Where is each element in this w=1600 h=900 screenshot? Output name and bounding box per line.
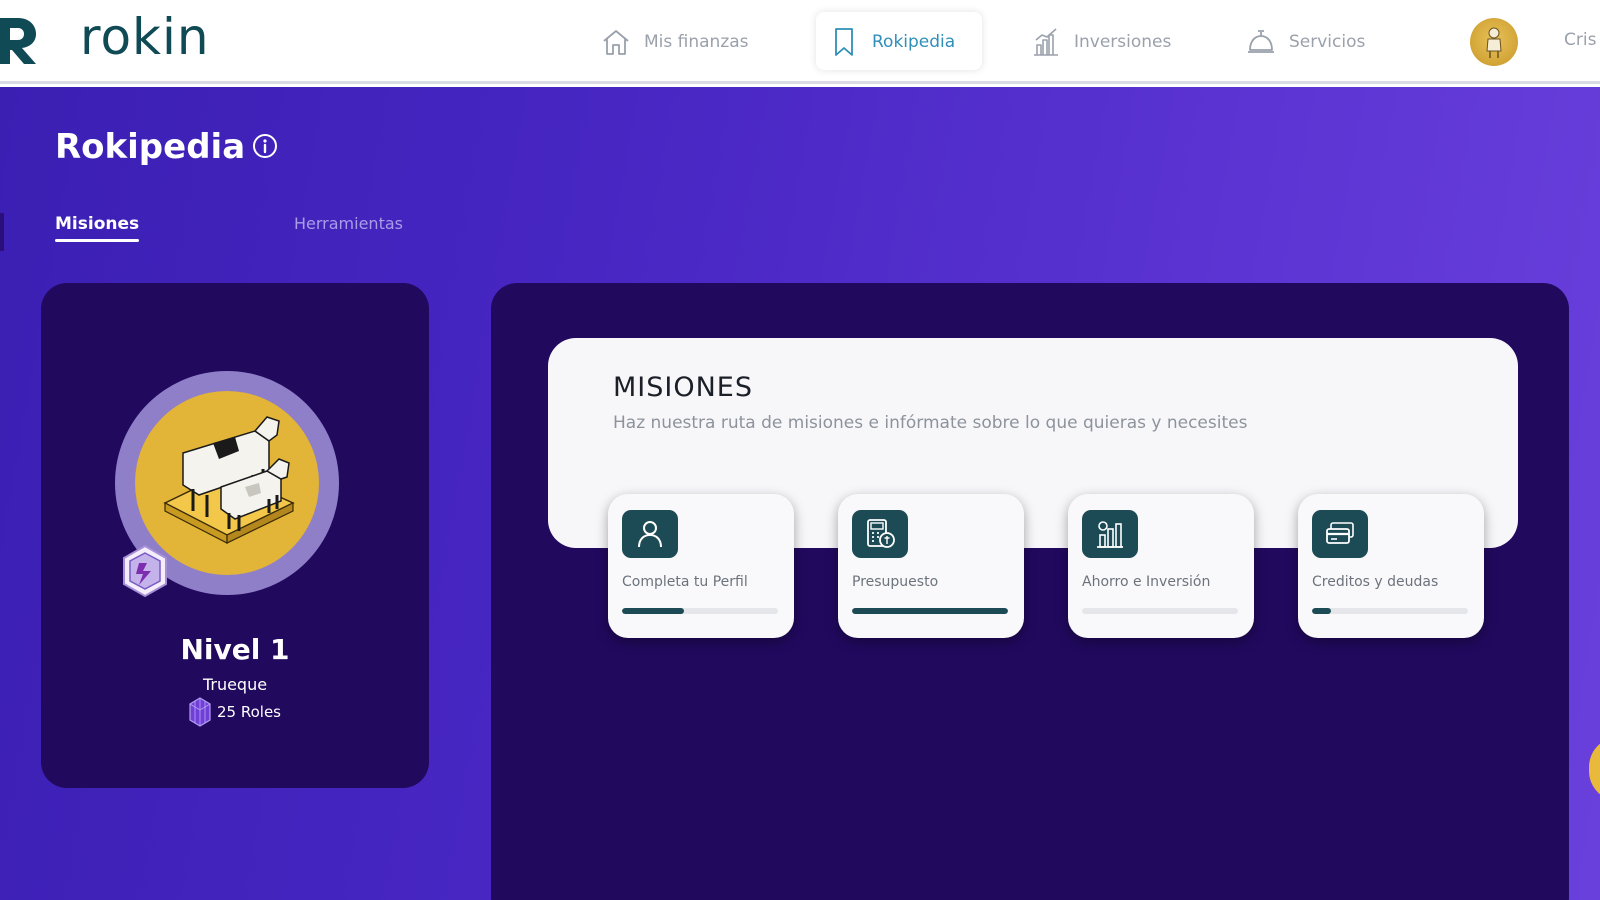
info-icon[interactable]	[252, 133, 278, 159]
mission-icon-box	[622, 510, 678, 558]
mission-icon-box	[1312, 510, 1368, 558]
user-name[interactable]: Cris	[1564, 30, 1596, 50]
roles-label: 25 Roles	[217, 703, 281, 721]
mission-card-creditos-y-deudas[interactable]: Creditos y deudas	[1298, 494, 1484, 638]
nav-item-mis-finanzas[interactable]: Mis finanzas	[600, 22, 749, 62]
mission-icon-box	[1082, 510, 1138, 558]
nav-item-inversiones[interactable]: Inversiones	[1030, 22, 1171, 62]
nav-item-servicios[interactable]: Servicios	[1245, 22, 1365, 62]
level-subtitle: Trueque	[202, 675, 268, 694]
roles-count: 25 Roles	[41, 697, 429, 727]
tab-misiones[interactable]: Misiones	[55, 214, 140, 242]
nav-label: Inversiones	[1074, 32, 1172, 52]
mission-progress-track	[852, 608, 1008, 614]
page-title: Rokipedia	[55, 127, 246, 167]
logo-text[interactable]: rokin	[80, 8, 210, 66]
mission-card-ahorro-e-inversion[interactable]: Ahorro e Inversión	[1068, 494, 1254, 638]
chart-building-icon	[1034, 28, 1058, 56]
service-bell-icon	[1248, 30, 1274, 53]
savings-chart-icon	[1097, 521, 1123, 548]
nav-label: Servicios	[1289, 32, 1366, 52]
sidebar-edge[interactable]	[0, 213, 4, 251]
mission-progress-track	[1312, 608, 1468, 614]
rank-badge-icon	[123, 544, 167, 598]
mission-label: Creditos y deudas	[1312, 574, 1439, 590]
nav-label: Rokipedia	[872, 32, 956, 52]
mission-progress-fill	[622, 608, 685, 614]
mission-label: Ahorro e Inversión	[1082, 574, 1211, 590]
mission-card-completa-tu-perfil[interactable]: Completa tu Perfil	[608, 494, 794, 638]
mission-label: Completa tu Perfil	[622, 574, 748, 590]
nav-label: Mis finanzas	[644, 32, 749, 52]
missions-panel: MISIONES Haz nuestra ruta de misiones e …	[491, 283, 1569, 900]
calculator-icon	[867, 519, 895, 548]
mission-progress-track	[1082, 608, 1238, 614]
level-card: Nivel 1 Trueque 25 Roles	[41, 283, 429, 788]
mission-progress-fill	[852, 608, 1008, 614]
mission-progress-fill	[1312, 608, 1331, 614]
rokin-logo-icon[interactable]	[0, 14, 44, 66]
mission-progress-track	[622, 608, 778, 614]
home-icon	[603, 30, 629, 55]
gem-icon	[189, 697, 211, 727]
main-content: Rokipedia Misiones Herramientas Nivel 1 …	[0, 87, 1600, 900]
bookmark-icon	[835, 28, 853, 56]
nav-item-rokipedia[interactable]: Rokipedia	[828, 22, 955, 62]
missions-title: MISIONES	[613, 372, 754, 403]
tab-herramientas[interactable]: Herramientas	[294, 214, 403, 233]
level-title: Nivel 1	[180, 633, 290, 666]
top-navigation-bar: rokin Mis finanzas Rokipedia Inversiones…	[0, 0, 1600, 84]
mission-label: Presupuesto	[852, 574, 939, 590]
credit-card-icon	[1326, 522, 1354, 544]
floating-side-button[interactable]	[1589, 737, 1600, 801]
avatar-figure-icon	[1486, 27, 1502, 58]
user-avatar[interactable]	[1470, 18, 1518, 66]
user-icon	[638, 521, 662, 548]
mission-card-presupuesto[interactable]: Presupuesto	[838, 494, 1024, 638]
mission-icon-box	[852, 510, 908, 558]
missions-description: Haz nuestra ruta de misiones e infórmate…	[613, 413, 1248, 433]
